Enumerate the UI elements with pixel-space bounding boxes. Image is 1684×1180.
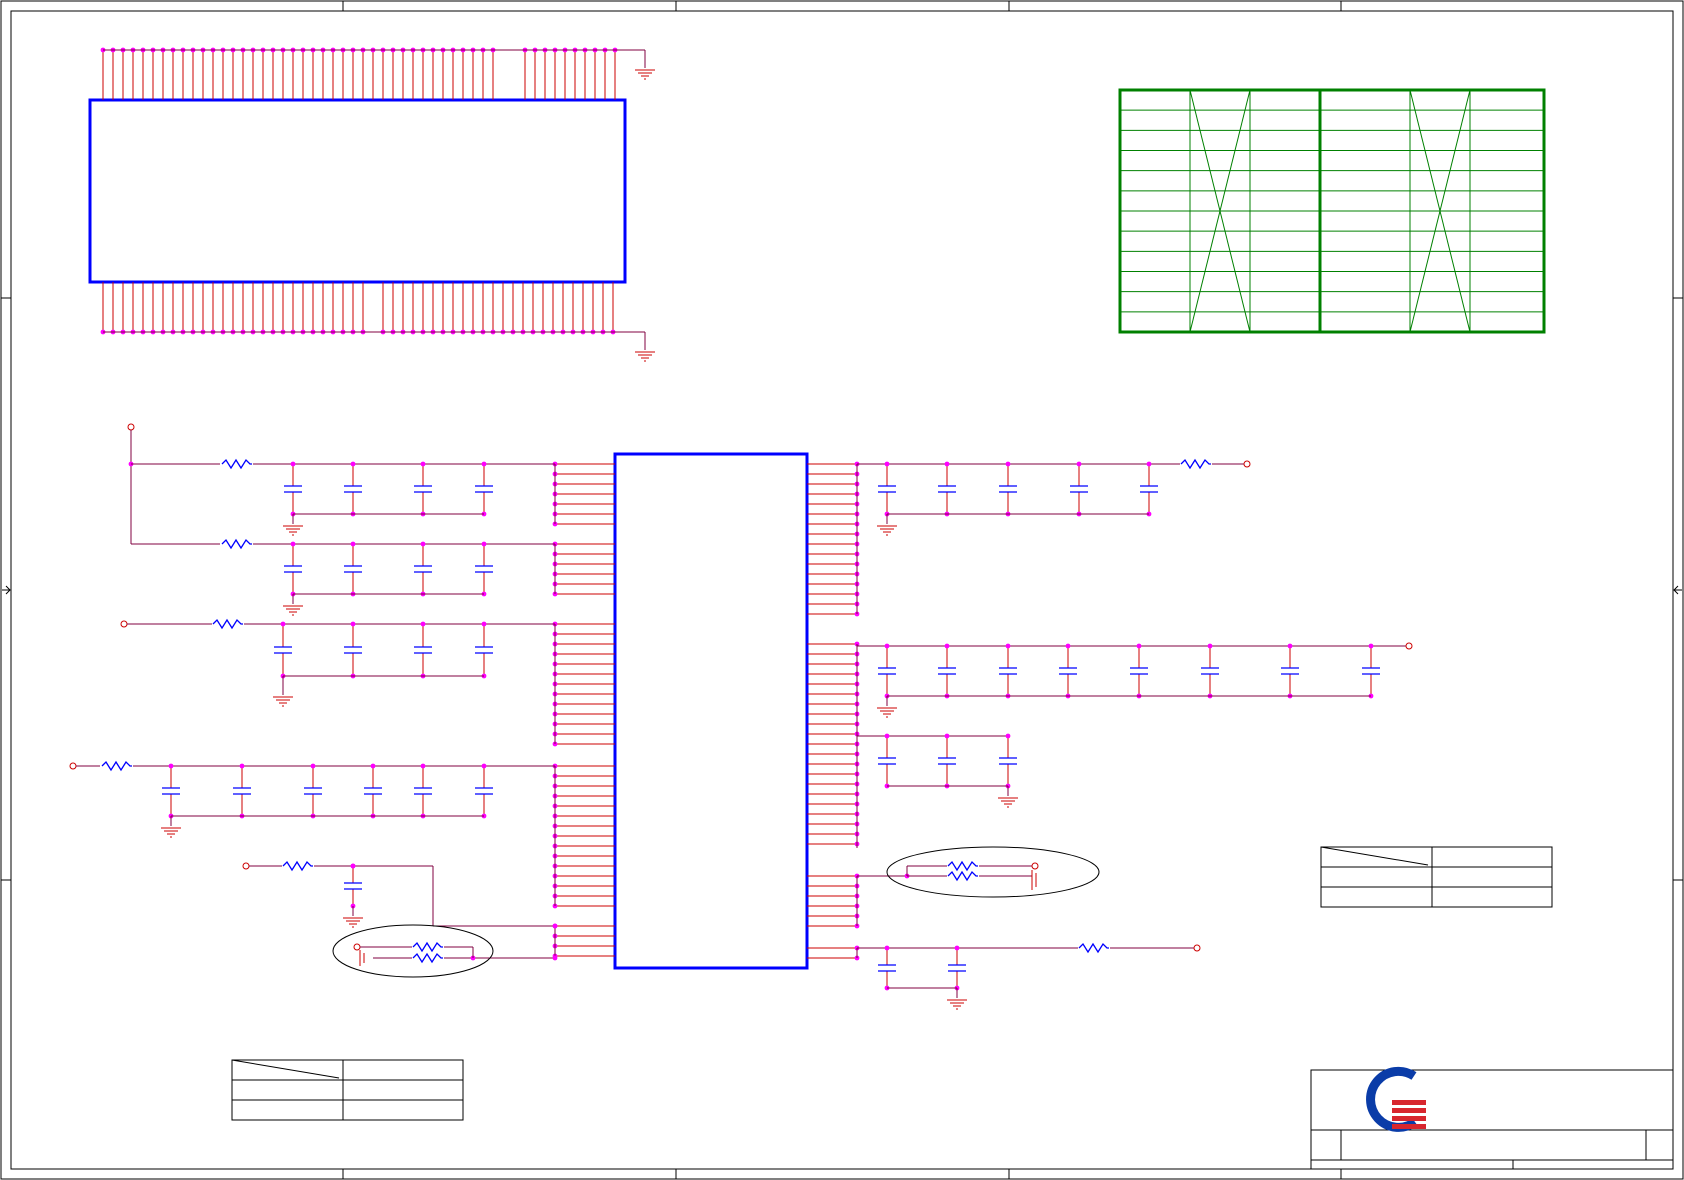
junction-dot (290, 461, 296, 467)
junction-dot (1076, 461, 1082, 467)
junction-dot (310, 763, 316, 769)
junction-dot (420, 461, 426, 467)
connector-top-pins (100, 47, 655, 100)
ic-left-pins (552, 461, 615, 959)
power-port (1031, 862, 1039, 870)
power-port (127, 423, 135, 431)
junction-dot (481, 541, 487, 547)
junction-dot (1287, 643, 1293, 649)
power-port (1243, 460, 1251, 468)
junction-dot (280, 621, 286, 627)
resistor (282, 860, 313, 872)
schematic-sheet (0, 0, 1684, 1180)
junction-dot (481, 621, 487, 627)
resistor (412, 941, 443, 953)
option-table-right (1320, 846, 1553, 908)
strap-resistor-group-left (332, 924, 494, 978)
resistor (221, 458, 252, 470)
schematic-canvas (0, 0, 1684, 1180)
power-port (1193, 944, 1201, 952)
junction-dot (350, 621, 356, 627)
junction-dot (350, 541, 356, 547)
junction-dot (1207, 643, 1213, 649)
junction-dot (239, 763, 245, 769)
power-port (353, 943, 361, 951)
junction-dot (944, 643, 950, 649)
power-port (242, 862, 250, 870)
junction-dot (1065, 643, 1071, 649)
power-port (69, 762, 77, 770)
power-port (120, 620, 128, 628)
junction-dot (944, 461, 950, 467)
junction-dot (1136, 643, 1142, 649)
resistor (947, 870, 978, 882)
junction-dot (954, 945, 960, 951)
strap-resistor-group-right (886, 846, 1100, 898)
junction-dot (290, 541, 296, 547)
junction-dot (420, 541, 426, 547)
power-port (1405, 642, 1413, 650)
main-ic (613, 452, 809, 970)
junction-dot (481, 763, 487, 769)
connector-bottom-pins (100, 282, 655, 362)
resistor (412, 952, 443, 964)
junction-dot (884, 733, 890, 739)
junction-dot (420, 621, 426, 627)
resistor (1078, 942, 1109, 954)
resistor (947, 860, 978, 872)
junction-dot (370, 763, 376, 769)
junction-dot (350, 461, 356, 467)
junction-dot (884, 945, 890, 951)
junction-dot (1005, 461, 1011, 467)
junction-dot (552, 955, 558, 961)
junction-dot (481, 461, 487, 467)
junction-dot (1005, 733, 1011, 739)
company-logo (1366, 1066, 1426, 1132)
resistor (212, 618, 243, 630)
junction-dot (884, 461, 890, 467)
ic-right-pins (807, 461, 860, 961)
junction-dot (1368, 643, 1374, 649)
decoupling-networks (69, 423, 1413, 1010)
resistor (1180, 458, 1211, 470)
junction-dot (420, 763, 426, 769)
resistor (101, 760, 132, 772)
sheet-border (0, 0, 1684, 1180)
junction-dot (350, 863, 356, 869)
junction-dot (1146, 461, 1152, 467)
junction-dot (552, 923, 558, 929)
option-table-left (231, 1059, 464, 1121)
junction-dot (884, 643, 890, 649)
connector-block (88, 98, 627, 284)
pin-assignment-table (1118, 88, 1546, 334)
junction-dot (168, 763, 174, 769)
junction-dot (1005, 643, 1011, 649)
resistor (221, 538, 252, 550)
title-block (1310, 1069, 1674, 1170)
junction-dot (944, 733, 950, 739)
